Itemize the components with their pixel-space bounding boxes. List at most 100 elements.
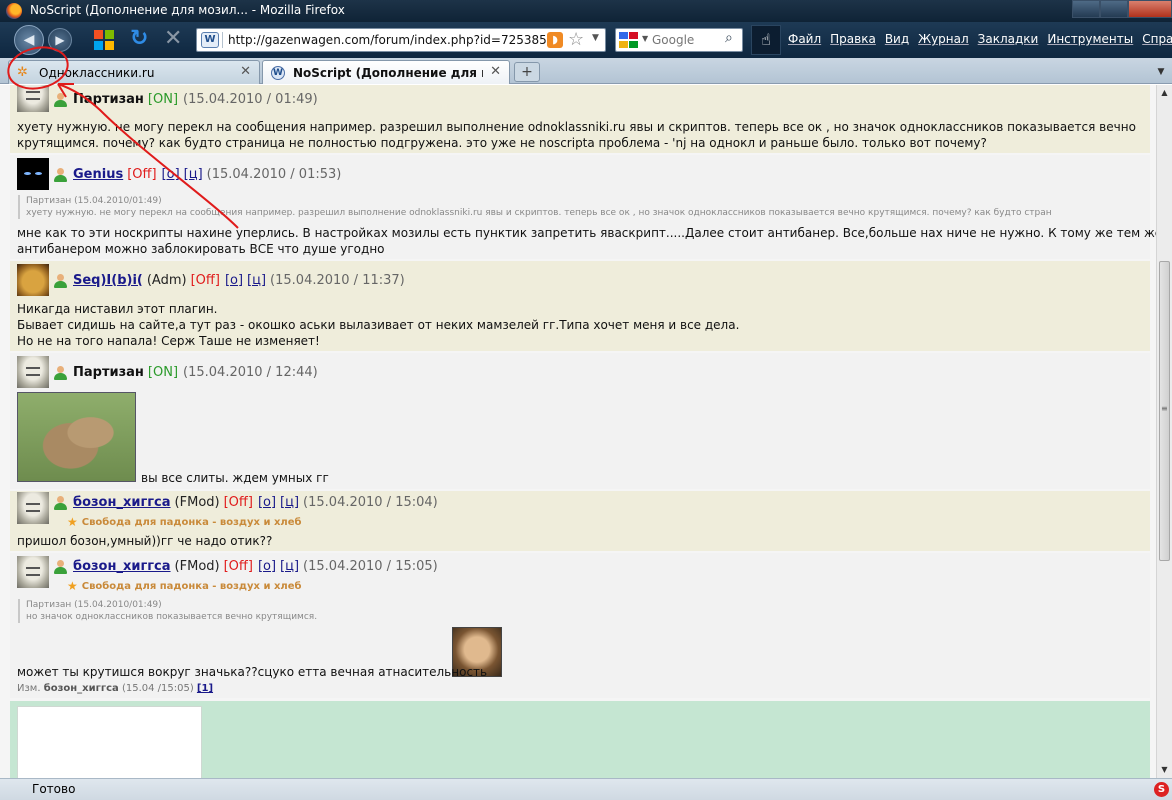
rss-feed-icon[interactable]: ◗: [547, 32, 563, 48]
post-body: мне как то эти носкрипты нахине уперлись…: [17, 226, 1156, 256]
user-role: (FMod): [174, 558, 220, 574]
post-author-link[interactable]: Seq)I(b)i(: [73, 273, 143, 288]
tab-odnoklassniki[interactable]: ✲ Одноклассники.ru ✕: [8, 60, 260, 84]
tab-label: Одноклассники.ru: [39, 66, 155, 80]
post-date: (15.04.2010 / 12:44): [183, 364, 318, 380]
maximize-button[interactable]: [1100, 0, 1128, 18]
window-title: NoScript (Дополнение для мозил... - Mozi…: [30, 3, 345, 17]
menu-bookmarks[interactable]: Закладки: [978, 32, 1039, 46]
close-tab-icon[interactable]: ✕: [490, 64, 501, 79]
extension-button[interactable]: ☝: [751, 25, 781, 55]
google-engine-icon[interactable]: [619, 32, 639, 48]
online-status: [ON]: [147, 91, 179, 107]
avatar[interactable]: [17, 264, 49, 296]
profile-link[interactable]: [о]: [258, 559, 276, 574]
edit-count-link[interactable]: [1]: [197, 683, 213, 694]
search-magnifier-icon[interactable]: ⌕: [725, 30, 733, 46]
camel-image: [17, 392, 136, 482]
menu-file[interactable]: Файл: [788, 32, 821, 46]
tab-list-button[interactable]: ▼: [1152, 62, 1170, 82]
quote-link[interactable]: [ц]: [280, 559, 299, 574]
vertical-scrollbar[interactable]: ▲ ≡ ▼: [1156, 85, 1172, 778]
new-tab-button[interactable]: +: [514, 62, 540, 82]
back-button[interactable]: ◀: [14, 25, 44, 55]
user-icon: [53, 166, 67, 182]
post-date: (15.04.2010 / 15:05): [303, 558, 438, 574]
menu-view[interactable]: Вид: [885, 32, 909, 46]
tab-bar: ✲ Одноклассники.ru ✕ W NoScript (Дополне…: [0, 58, 1172, 84]
menu-bar: Файл Правка Вид Журнал Закладки Инструме…: [788, 32, 1172, 46]
forum-post: Партизан [ON] (15.04.2010 / 12:44) вы вс…: [10, 353, 1150, 489]
close-tab-icon[interactable]: ✕: [240, 64, 251, 79]
noscript-icon[interactable]: S: [1154, 782, 1169, 797]
post-author-link[interactable]: Genius: [73, 167, 123, 182]
status-bar: Готово S: [0, 778, 1172, 800]
forum-post: Seq)I(b)i( (Adm) [Off] [о] [ц] (15.04.20…: [10, 261, 1150, 351]
post-date: (15.04.2010 / 11:37): [270, 272, 405, 288]
star-icon: ★: [67, 515, 78, 529]
engine-dropdown-icon[interactable]: ▼: [642, 34, 648, 43]
reply-box[interactable]: [17, 706, 202, 778]
profile-link[interactable]: [о]: [225, 273, 243, 288]
menu-help[interactable]: Справка: [1142, 32, 1172, 46]
reload-icon[interactable]: ↻: [130, 26, 148, 51]
close-window-button[interactable]: [1128, 0, 1172, 18]
status-text: Готово: [32, 782, 76, 796]
stop-icon[interactable]: ✕: [164, 26, 182, 51]
forum-post: бозон_хиггса (FMod) [Off] [о] [ц] (15.04…: [10, 553, 1150, 698]
online-status: [ON]: [147, 364, 179, 380]
post-author-link[interactable]: бозон_хиггса: [73, 495, 171, 510]
avatar[interactable]: [17, 492, 49, 524]
user-icon: [53, 91, 67, 107]
address-url[interactable]: http://gazenwagen.com/forum/index.php?id…: [228, 33, 547, 47]
offline-status: [Off]: [127, 166, 157, 182]
offline-status: [Off]: [223, 558, 253, 574]
minimize-button[interactable]: [1072, 0, 1100, 18]
forum-post: бозон_хиггса (FMod) [Off] [о] [ц] (15.04…: [10, 491, 1150, 551]
quote-link[interactable]: [ц]: [280, 495, 299, 510]
user-icon: [53, 494, 67, 510]
menu-history[interactable]: Журнал: [918, 32, 969, 46]
profile-link[interactable]: [о]: [258, 495, 276, 510]
site-identity-icon[interactable]: W: [201, 32, 219, 48]
post-author-link[interactable]: бозон_хиггса: [73, 559, 171, 574]
bookmark-star-icon[interactable]: ☆: [568, 29, 584, 50]
firefox-logo-icon: [6, 3, 22, 19]
post-body: Никагда ниставил этот плагин. Бывает сид…: [17, 302, 740, 348]
loading-spinner-icon: ✲: [17, 65, 28, 80]
history-dropdown-icon[interactable]: ▼: [592, 33, 599, 43]
scroll-up-icon[interactable]: ▲: [1157, 85, 1172, 101]
user-status-line: ★ Свобода для падонка - воздух и хлеб: [67, 515, 302, 529]
site-favicon-icon: W: [271, 66, 285, 80]
menu-edit[interactable]: Правка: [830, 32, 876, 46]
avatar[interactable]: [17, 158, 49, 190]
user-status-line: ★ Свобода для падонка - воздух и хлеб: [67, 579, 302, 593]
chevron-down-icon: ▼: [1157, 67, 1165, 77]
post-date: (15.04.2010 / 01:53): [206, 166, 342, 182]
profile-link[interactable]: [о]: [162, 167, 180, 182]
post-date: (15.04.2010 / 15:04): [303, 494, 438, 510]
quote-link[interactable]: [ц]: [184, 167, 203, 182]
menu-tools[interactable]: Инструменты: [1047, 32, 1133, 46]
forum-post: Genius [Off] [о] [ц] (15.04.2010 / 01:53…: [10, 155, 1156, 259]
search-input[interactable]: [652, 32, 722, 48]
star-icon: ★: [67, 579, 78, 593]
post-author: Партизан: [73, 91, 144, 107]
hand-cursor-icon: ☝: [761, 30, 771, 49]
post-quote: Партизан (15.04.2010/01:49) хуету нужную…: [18, 195, 1052, 219]
offline-status: [Off]: [223, 494, 253, 510]
address-bar[interactable]: W http://gazenwagen.com/forum/index.php?…: [196, 28, 606, 52]
scroll-thumb[interactable]: ≡: [1159, 261, 1170, 561]
avatar[interactable]: [17, 356, 49, 388]
windows-logo-icon[interactable]: [94, 30, 114, 50]
user-icon: [53, 558, 67, 574]
avatar[interactable]: [17, 85, 49, 112]
quote-link[interactable]: [ц]: [247, 273, 266, 288]
search-bar[interactable]: ▼ ⌕: [615, 28, 743, 52]
tab-noscript[interactable]: W NoScript (Дополнение для мози... ✕: [262, 60, 510, 84]
post-date: (15.04.2010 / 01:49): [183, 91, 318, 107]
scroll-down-icon[interactable]: ▼: [1157, 762, 1172, 778]
forward-button[interactable]: ▶: [48, 28, 72, 52]
forward-arrow-icon: ▶: [55, 33, 65, 47]
avatar[interactable]: [17, 556, 49, 588]
